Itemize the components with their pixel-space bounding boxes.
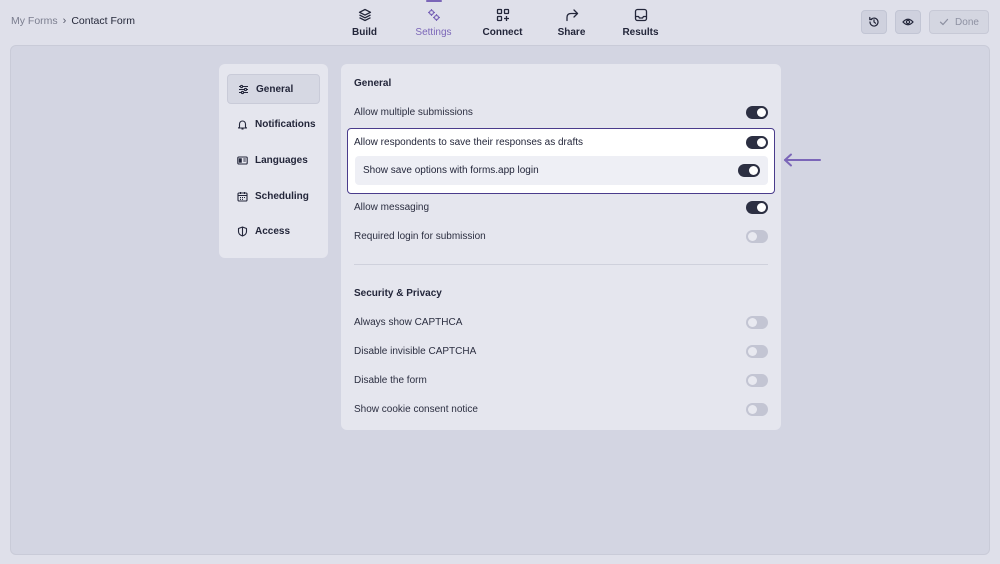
- tab-settings[interactable]: Settings: [399, 0, 468, 44]
- sidebar-item-languages[interactable]: Languages: [227, 145, 320, 175]
- setting-label: Required login for submission: [354, 230, 486, 242]
- tab-connect[interactable]: Connect: [468, 0, 537, 44]
- setting-disable-invisible-captcha: Disable invisible CAPTCHA: [354, 341, 768, 361]
- toggle-save-drafts[interactable]: [746, 135, 768, 149]
- tab-share[interactable]: Share: [537, 0, 606, 44]
- breadcrumb: My Forms › Contact Form: [11, 15, 135, 27]
- tab-connect-label: Connect: [482, 27, 523, 38]
- layers-icon: [358, 8, 372, 22]
- setting-label: Allow respondents to save their response…: [354, 136, 584, 148]
- sidebar-item-label: Scheduling: [255, 190, 309, 202]
- breadcrumb-separator: ›: [62, 15, 67, 27]
- setting-label: Show cookie consent notice: [354, 403, 478, 415]
- tab-results-label: Results: [622, 27, 659, 38]
- section-title-general: General: [354, 78, 392, 89]
- preview-button[interactable]: [895, 10, 921, 34]
- setting-allow-multiple: Allow multiple submissions: [354, 102, 768, 122]
- setting-allow-messaging: Allow messaging: [354, 197, 768, 217]
- tab-build-label: Build: [352, 27, 377, 38]
- general-settings-panel: General Allow multiple submissions Allow…: [341, 64, 781, 430]
- toggle-disable-form[interactable]: [746, 373, 768, 387]
- setting-label: Disable the form: [354, 374, 427, 386]
- setting-cookie-notice: Show cookie consent notice: [354, 399, 768, 419]
- check-icon: [939, 18, 949, 26]
- done-button[interactable]: Done: [929, 10, 989, 34]
- section-divider: [354, 264, 768, 265]
- active-tab-indicator: [425, 0, 442, 2]
- sidebar-item-access[interactable]: Access: [227, 217, 320, 247]
- breadcrumb-my-forms[interactable]: My Forms: [11, 15, 58, 27]
- history-button[interactable]: [861, 10, 887, 34]
- setting-save-options: Show save options with forms.app login: [355, 156, 768, 185]
- inbox-icon: [634, 8, 648, 22]
- calendar-icon: [237, 191, 248, 202]
- setting-save-drafts: Allow respondents to save their response…: [354, 132, 768, 152]
- top-bar: My Forms › Contact Form Build Settings C…: [0, 0, 1000, 44]
- eye-icon: [902, 18, 914, 26]
- language-icon: [237, 155, 248, 166]
- sidebar-item-general[interactable]: General: [227, 74, 320, 104]
- sidebar-item-notifications[interactable]: Notifications: [227, 110, 320, 140]
- sidebar-item-label: Access: [255, 226, 291, 238]
- grid-plus-icon: [496, 8, 510, 22]
- sidebar-item-label: Notifications: [255, 119, 316, 131]
- tab-results[interactable]: Results: [606, 0, 675, 44]
- toggle-cookie-notice[interactable]: [746, 402, 768, 416]
- shield-icon: [237, 226, 248, 237]
- main-nav: Build Settings Connect Share Results: [330, 0, 675, 44]
- toggle-disable-invisible-captcha[interactable]: [746, 344, 768, 358]
- section-title-security: Security & Privacy: [354, 288, 442, 299]
- settings-sidebar: General Notifications Languages Scheduli…: [219, 64, 328, 258]
- setting-label: Always show CAPTHCA: [354, 316, 463, 328]
- setting-label: Show save options with forms.app login: [363, 165, 539, 176]
- setting-label: Allow messaging: [354, 201, 430, 213]
- sidebar-item-scheduling[interactable]: Scheduling: [227, 181, 320, 211]
- toggle-allow-multiple[interactable]: [746, 105, 768, 119]
- history-icon: [869, 16, 879, 27]
- highlighted-drafts-setting: Allow respondents to save their response…: [347, 128, 775, 194]
- toggle-required-login[interactable]: [746, 229, 768, 243]
- setting-label: Disable invisible CAPTCHA: [354, 345, 477, 357]
- setting-label: Allow multiple submissions: [354, 106, 473, 118]
- setting-disable-form: Disable the form: [354, 370, 768, 390]
- toggle-allow-messaging[interactable]: [746, 200, 768, 214]
- setting-always-captcha: Always show CAPTHCA: [354, 312, 768, 332]
- pointer-arrow-icon: [784, 153, 821, 167]
- sidebar-item-label: Languages: [255, 154, 308, 166]
- share-arrow-icon: [565, 8, 579, 22]
- top-actions: Done: [861, 10, 989, 34]
- sliders-icon: [238, 84, 249, 95]
- breadcrumb-current: Contact Form: [71, 15, 135, 27]
- toggle-save-options[interactable]: [738, 164, 760, 177]
- setting-required-login: Required login for submission: [354, 226, 768, 246]
- tab-settings-label: Settings: [415, 27, 452, 38]
- sidebar-item-label: General: [256, 83, 294, 95]
- toggle-always-captcha[interactable]: [746, 315, 768, 329]
- done-label: Done: [955, 16, 979, 28]
- gears-icon: [427, 8, 441, 22]
- tab-build[interactable]: Build: [330, 0, 399, 44]
- tab-share-label: Share: [557, 27, 586, 38]
- bell-icon: [237, 119, 248, 130]
